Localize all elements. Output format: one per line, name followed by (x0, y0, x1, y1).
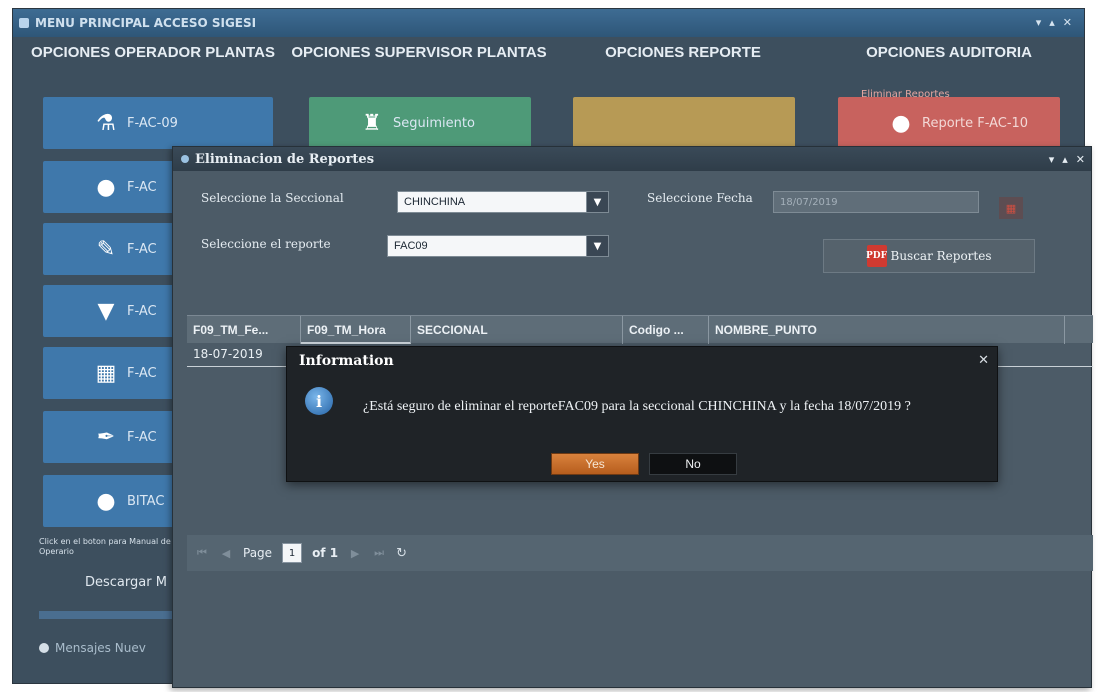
close-icon[interactable]: ✕ (978, 353, 989, 368)
info-icon: i (305, 387, 333, 415)
close-icon[interactable]: ✕ (1076, 153, 1085, 166)
minimize-icon[interactable]: ▾ (1036, 16, 1042, 29)
buscar-reportes-button[interactable]: PDF Buscar Reportes (823, 239, 1035, 273)
seccional-select[interactable]: CHINCHINA ▼ (397, 191, 609, 213)
download-manual-link[interactable]: Descargar M (85, 575, 167, 590)
next-page-icon[interactable]: ▶ (348, 547, 362, 560)
prev-page-icon[interactable]: ◀ (219, 547, 233, 560)
stamp-icon: ♜ (362, 110, 382, 136)
pdf-icon: PDF (866, 245, 887, 267)
fecha-label: Seleccione Fecha (647, 191, 753, 205)
edit-icon: ✎ (96, 236, 116, 262)
information-dialog: Information ✕ i ¿Está seguro de eliminar… (286, 346, 998, 482)
tile-label: Reporte F-AC-10 (922, 115, 1029, 131)
col-header-seccional[interactable]: SECCIONAL (411, 316, 623, 344)
radio-icon (39, 643, 49, 653)
col-header-hora[interactable]: F09_TM_Hora (301, 316, 411, 344)
chat-bubble-icon: ● (96, 488, 116, 514)
col-auditoria: OPCIONES AUDITORIA (866, 44, 1032, 61)
tile-label: F-AC (127, 429, 157, 445)
dialog-message: ¿Está seguro de eliminar el reporteFAC09… (363, 399, 911, 414)
col-header-codigo[interactable]: Codigo ... (623, 316, 709, 344)
messages-label: Mensajes Nuev (55, 641, 146, 655)
no-button[interactable]: No (649, 453, 737, 475)
chevron-down-icon[interactable]: ▼ (586, 236, 608, 256)
page-label: Page (243, 546, 273, 560)
reporte-label: Seleccione el reporte (201, 237, 331, 251)
reporte-select[interactable]: FAC09 ▼ (387, 235, 609, 257)
dialog-title: Information (299, 353, 394, 369)
pagination-bar: ⏮ ◀ Page 1 of 1 ▶ ⏭ ↻ (187, 535, 1093, 571)
main-menu-titlebar: MENU PRINCIPAL ACCESO SIGESI (13, 9, 1084, 37)
maximize-icon[interactable]: ▴ (1049, 16, 1055, 29)
last-page-icon[interactable]: ⏭ (372, 546, 386, 560)
main-menu-title: MENU PRINCIPAL ACCESO SIGESI (35, 16, 257, 30)
tile-label: F-AC (127, 241, 157, 257)
seccional-value: CHINCHINA (404, 196, 466, 208)
minimize-icon[interactable]: ▾ (1049, 153, 1055, 166)
tile-label: BITAC (127, 493, 165, 509)
main-window-controls: ▾ ▴ ✕ (1036, 16, 1072, 29)
tile-fac09[interactable]: ⚗ F-AC-09 (43, 97, 273, 149)
maximize-icon[interactable]: ▴ (1062, 153, 1068, 166)
page-input[interactable]: 1 (282, 543, 303, 563)
new-messages-option[interactable]: Mensajes Nuev (39, 641, 146, 655)
elim-window-controls: ▾ ▴ ✕ (1049, 153, 1085, 166)
page-count: of 1 (312, 546, 339, 560)
yes-button[interactable]: Yes (551, 453, 639, 475)
screen: MENU PRINCIPAL ACCESO SIGESI ▾ ▴ ✕ OPCIO… (0, 0, 1107, 692)
drop-icon: ● (96, 174, 116, 200)
pipette-icon: ✒ (96, 424, 116, 450)
col-operador: OPCIONES OPERADOR PLANTAS (31, 44, 275, 61)
column-headers: OPCIONES OPERADOR PLANTAS OPCIONES SUPER… (13, 37, 1084, 97)
divider-strip (39, 611, 189, 619)
refresh-icon[interactable]: ↻ (396, 546, 407, 561)
chevron-down-icon[interactable]: ▼ (586, 192, 608, 212)
calendar-icon[interactable]: ▦ (999, 197, 1023, 219)
first-page-icon[interactable]: ⏮ (195, 546, 209, 560)
buscar-label: Buscar Reportes (890, 249, 992, 263)
tile-label: Seguimiento (393, 115, 475, 131)
tile-reporte[interactable] (573, 97, 795, 149)
elim-titlebar: Eliminacion de Reportes (173, 147, 1091, 171)
tile-label: F-AC-09 (127, 115, 178, 131)
tile-label: F-AC (127, 303, 157, 319)
tile-reporte-fac10[interactable]: ● Reporte F-AC-10 (838, 97, 1060, 149)
reporte-value: FAC09 (394, 240, 428, 252)
col-header-fecha[interactable]: F09_TM_Fe... (187, 316, 301, 344)
tile-seguimiento[interactable]: ♜ Seguimiento (309, 97, 531, 149)
col-reporte: OPCIONES REPORTE (605, 44, 761, 61)
table-icon: ▦ (95, 360, 117, 386)
cell-fecha: 18-07-2019 (193, 347, 263, 361)
report-icon (623, 110, 649, 136)
col-header-nombre-punto[interactable]: NOMBRE_PUNTO (709, 316, 1065, 344)
manual-hint-text: Click en el boton para Manual de Operari… (39, 537, 171, 556)
app-icon (19, 18, 29, 28)
filter-icon: ▼ (97, 298, 115, 324)
flask-icon: ⚗ (96, 110, 116, 136)
grid-header: F09_TM_Fe... F09_TM_Hora SECCIONAL Codig… (187, 315, 1093, 344)
close-icon[interactable]: ✕ (1063, 16, 1072, 29)
col-supervisor: OPCIONES SUPERVISOR PLANTAS (291, 44, 547, 61)
window-icon (181, 155, 189, 163)
elim-title: Eliminacion de Reportes (195, 151, 375, 167)
tile-label: F-AC (127, 179, 157, 195)
seccional-label: Seleccione la Seccional (201, 191, 344, 205)
tile-label: F-AC (127, 365, 157, 381)
fecha-input[interactable]: 18/07/2019 (773, 191, 979, 213)
drop-icon: ● (891, 110, 911, 136)
